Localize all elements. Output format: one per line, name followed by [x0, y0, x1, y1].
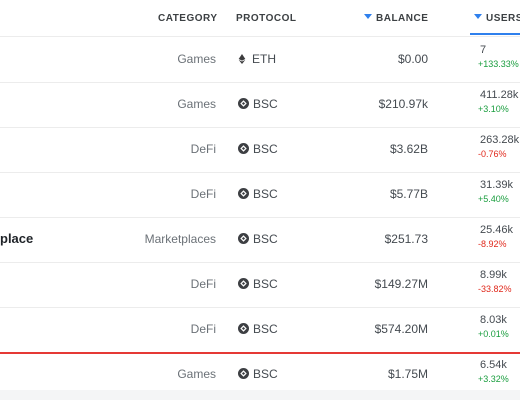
balance-cell: $1.75M: [387, 367, 428, 381]
category-cell: DeFi: [190, 277, 216, 291]
protocol-cell: BSC: [238, 277, 278, 291]
category-cell: Games: [177, 52, 216, 66]
column-header-users[interactable]: USERS: [474, 13, 520, 25]
bsc-icon: [238, 98, 249, 109]
category-cell: Games: [177, 367, 216, 381]
table-row[interactable]: DeFi BSC $3.62B 263.28k -0.76%: [0, 127, 520, 173]
category-cell: DeFi: [190, 187, 216, 201]
balance-cell: $5.77B: [389, 187, 428, 201]
bsc-icon: [238, 278, 249, 289]
bsc-icon: [238, 188, 249, 199]
bsc-icon: [238, 368, 249, 379]
bsc-icon: [238, 143, 249, 154]
table-row[interactable]: DeFi BSC $149.27M 8.99k -33.82%: [0, 262, 520, 308]
table-row[interactable]: place Marketplaces BSC $251.73 25.46k -8.92%: [0, 217, 520, 263]
users-change: +3.10%: [478, 104, 509, 114]
protocol-cell: BSC: [238, 367, 278, 381]
users-count: 8.99k: [480, 269, 507, 281]
balance-cell: $210.97k: [378, 97, 428, 111]
protocol-label: ETH: [252, 52, 276, 66]
column-header-balance[interactable]: BALANCE: [364, 13, 428, 25]
users-count: 6.54k: [480, 359, 507, 371]
users-change: +133.33%: [478, 59, 519, 69]
table-header: CATEGORY PROTOCOL BALANCE USERS: [0, 0, 520, 37]
balance-cell: $574.20M: [374, 322, 428, 336]
column-header-protocol[interactable]: PROTOCOL: [236, 13, 296, 25]
sort-desc-icon: [364, 14, 372, 19]
users-change: +5.40%: [478, 194, 509, 204]
category-cell: Marketplaces: [144, 232, 216, 246]
users-change: -0.76%: [478, 149, 507, 159]
protocol-cell: BSC: [238, 322, 278, 336]
protocol-label: BSC: [253, 97, 278, 111]
users-count: 31.39k: [480, 179, 514, 191]
sort-desc-icon: [474, 14, 482, 19]
protocol-label: BSC: [253, 232, 278, 246]
protocol-cell: BSC: [238, 187, 278, 201]
protocol-cell: BSC: [238, 142, 278, 156]
balance-cell: $3.62B: [389, 142, 428, 156]
users-count: 8.03k: [480, 314, 507, 326]
users-count: 25.46k: [480, 224, 514, 236]
users-count: 263.28k: [480, 134, 520, 146]
category-cell: Games: [177, 97, 216, 111]
column-header-users-label: USERS: [486, 13, 520, 24]
users-change: -8.92%: [478, 239, 507, 249]
footer-strip: [0, 390, 520, 400]
users-count: 411.28k: [480, 89, 519, 101]
table-row[interactable]: DeFi BSC $5.77B 31.39k +5.40%: [0, 172, 520, 218]
bsc-icon: [238, 323, 249, 334]
column-header-balance-label: BALANCE: [376, 13, 429, 24]
balance-cell: $0.00: [397, 52, 428, 66]
balance-cell: $149.27M: [374, 277, 428, 291]
protocol-label: BSC: [253, 187, 278, 201]
category-cell: DeFi: [190, 322, 216, 336]
protocol-cell: ETH: [238, 52, 276, 66]
table-row[interactable]: Games ETH $0.00 7 +133.33%: [0, 37, 520, 83]
users-count: 7: [480, 44, 487, 56]
protocol-label: BSC: [253, 367, 278, 381]
table-row[interactable]: Games BSC $210.97k 411.28k +3.10%: [0, 82, 520, 128]
users-change: -33.82%: [478, 284, 512, 294]
category-cell: DeFi: [190, 142, 216, 156]
users-change: +3.32%: [478, 374, 509, 384]
active-sort-indicator: [470, 33, 520, 35]
dapp-name[interactable]: place: [0, 231, 33, 246]
protocol-cell: BSC: [238, 97, 278, 111]
protocol-label: BSC: [253, 277, 278, 291]
table-row[interactable]: DeFi BSC $574.20M 8.03k +0.01%: [0, 307, 520, 353]
protocol-label: BSC: [253, 142, 278, 156]
protocol-cell: BSC: [238, 232, 278, 246]
protocol-label: BSC: [253, 322, 278, 336]
users-change: +0.01%: [478, 329, 509, 339]
column-header-category[interactable]: CATEGORY: [158, 13, 218, 25]
bsc-icon: [238, 233, 249, 244]
balance-cell: $251.73: [384, 232, 428, 246]
ethereum-icon: [238, 53, 246, 64]
